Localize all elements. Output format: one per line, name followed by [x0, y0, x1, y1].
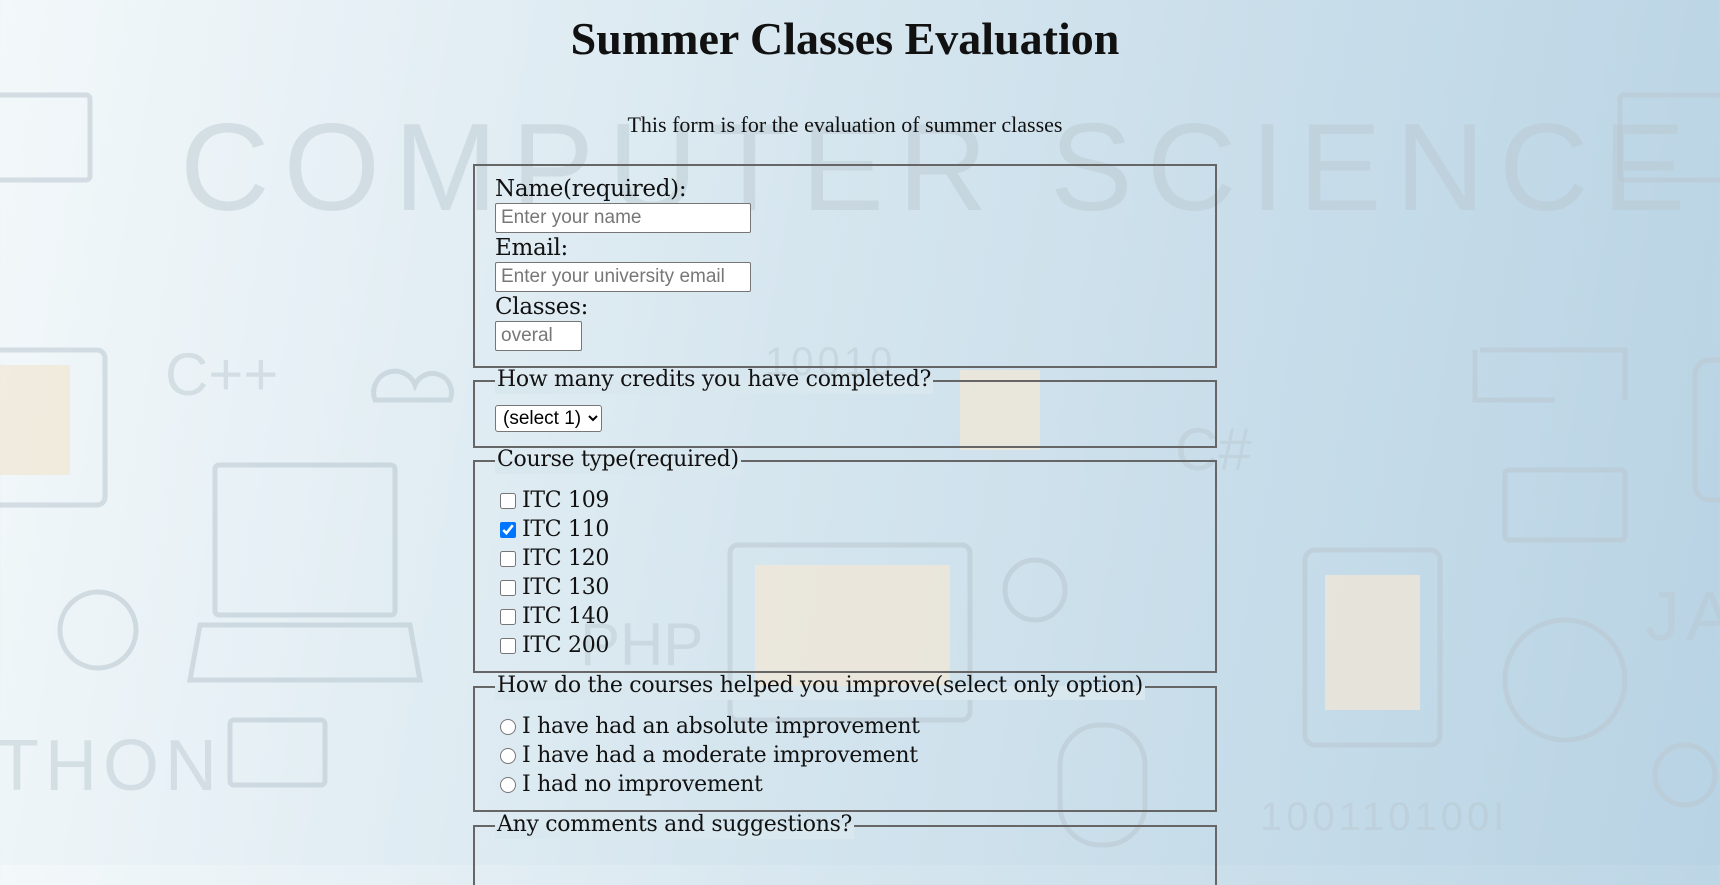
comments-fieldset: Any comments and suggestions? — [473, 811, 1217, 885]
improvement-option[interactable]: I had no improvement — [500, 770, 763, 799]
course-option[interactable]: ITC 109 — [500, 486, 609, 515]
course-option[interactable]: ITC 200 — [500, 631, 609, 660]
course-type-legend: Course type(required) — [495, 446, 741, 474]
page-title: Summer Classes Evaluation — [570, 13, 1120, 64]
course-checkbox[interactable] — [500, 579, 516, 596]
course-checkbox[interactable] — [500, 550, 516, 567]
credits-select[interactable]: (select 1) — [495, 405, 602, 432]
name-label: Name(required): — [495, 176, 687, 202]
improvement-radio[interactable] — [500, 747, 516, 764]
course-option-label: ITC 109 — [522, 488, 610, 513]
course-option-label: ITC 120 — [522, 546, 610, 571]
course-option[interactable]: ITC 130 — [500, 573, 609, 602]
improvement-option[interactable]: I have had an absolute improvement — [500, 712, 920, 741]
course-option[interactable]: ITC 110 — [500, 515, 609, 544]
improvement-legend: How do the courses helped you improve(se… — [495, 672, 1145, 700]
credits-fieldset: How many credits you have completed? (se… — [473, 366, 1217, 448]
classes-label: Classes: — [495, 294, 589, 320]
personal-info-fieldset: Name(required): Email: Classes: — [473, 164, 1217, 368]
improvement-radio[interactable] — [500, 776, 516, 793]
course-option-label: ITC 140 — [522, 604, 610, 629]
comments-legend: Any comments and suggestions? — [495, 811, 855, 839]
course-checkbox[interactable] — [500, 637, 516, 654]
bg-java-text: JAV — [1645, 577, 1720, 655]
course-checkbox[interactable] — [500, 521, 516, 538]
bg-python-text: THON — [0, 726, 223, 806]
course-option[interactable]: ITC 140 — [500, 602, 609, 631]
bg-binary-bottom-text: 100110100I — [1260, 795, 1508, 839]
improvement-option-label: I had no improvement — [522, 772, 763, 797]
course-checkbox[interactable] — [500, 608, 516, 625]
course-option-label: ITC 200 — [522, 633, 610, 658]
credits-legend: How many credits you have completed? — [495, 366, 933, 394]
bg-cpp-text: C++ — [165, 341, 278, 408]
page-subtitle: This form is for the evaluation of summe… — [627, 112, 1063, 137]
course-type-fieldset: Course type(required) ITC 109 ITC 110 IT… — [473, 446, 1217, 673]
improvement-option-label: I have had an absolute improvement — [522, 714, 920, 739]
classes-input[interactable] — [495, 321, 582, 351]
course-checkbox[interactable] — [500, 492, 516, 509]
improvement-option[interactable]: I have had a moderate improvement — [500, 741, 918, 770]
course-option-label: ITC 130 — [522, 575, 610, 600]
course-option-label: ITC 110 — [522, 517, 610, 542]
improvement-fieldset: How do the courses helped you improve(se… — [473, 672, 1217, 812]
improvement-radio[interactable] — [500, 718, 516, 735]
email-label: Email: — [495, 235, 568, 261]
improvement-option-label: I have had a moderate improvement — [522, 743, 918, 768]
course-option[interactable]: ITC 120 — [500, 544, 609, 573]
name-input[interactable] — [495, 203, 751, 233]
email-input[interactable] — [495, 262, 751, 292]
